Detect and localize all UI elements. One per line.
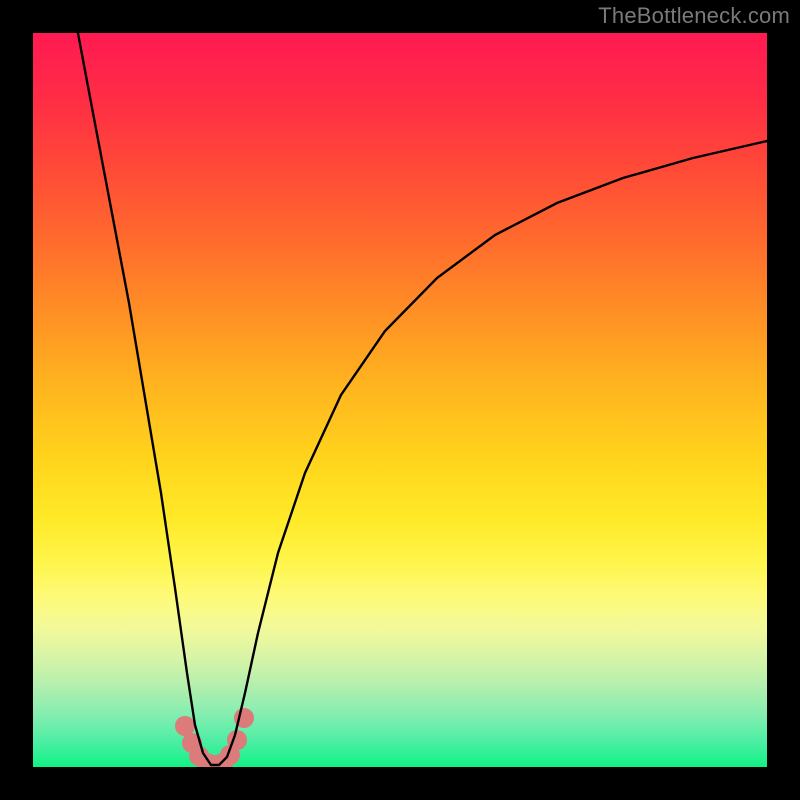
watermark-text: TheBottleneck.com [598, 3, 790, 29]
dot [175, 716, 195, 736]
curve-layer [33, 33, 767, 767]
dot [189, 746, 209, 766]
dot [234, 708, 254, 728]
dot [205, 755, 225, 767]
dot [213, 753, 233, 767]
dot [197, 753, 217, 767]
left-branch-path [77, 33, 767, 765]
dot [220, 745, 240, 765]
plot-area [33, 33, 767, 767]
dot [227, 730, 247, 750]
chart-frame: TheBottleneck.com [0, 0, 800, 800]
dots-group [175, 708, 254, 767]
dot [182, 733, 202, 753]
